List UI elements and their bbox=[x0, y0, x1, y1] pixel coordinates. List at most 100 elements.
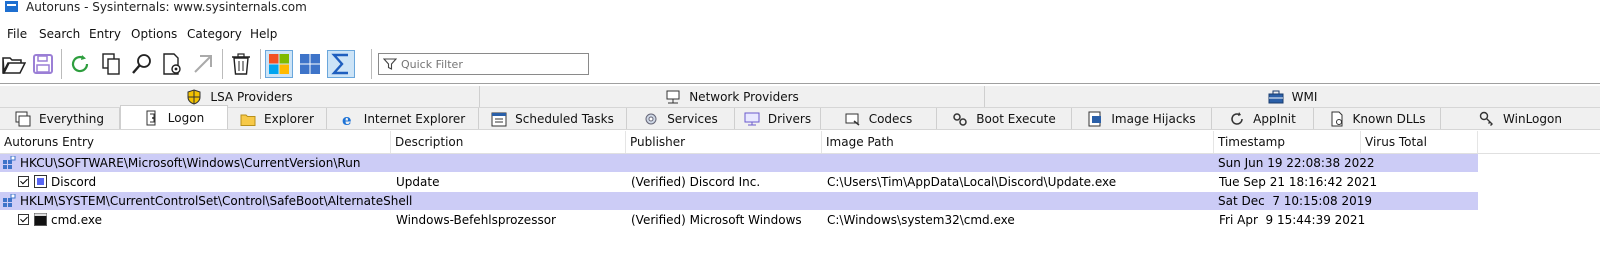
tab-everything[interactable]: Everything bbox=[0, 108, 120, 129]
briefcase-icon bbox=[1268, 90, 1284, 103]
toolbar-separator bbox=[61, 49, 62, 79]
virustotal-button[interactable] bbox=[327, 50, 355, 78]
tab-known-dlls[interactable]: Known DLLs bbox=[1314, 108, 1441, 129]
ie-icon: e bbox=[342, 111, 352, 127]
save-button[interactable] bbox=[29, 50, 57, 78]
quick-filter-input[interactable] bbox=[401, 56, 581, 72]
tab-wmi[interactable]: WMI bbox=[985, 86, 1600, 107]
monitor-icon bbox=[744, 112, 760, 125]
windows-logo-icon bbox=[269, 54, 289, 74]
codec-icon bbox=[845, 113, 860, 126]
autoruns-app-icon bbox=[5, 1, 18, 12]
column-header-timestamp[interactable]: Timestamp bbox=[1214, 131, 1361, 153]
tab-services[interactable]: Services bbox=[627, 108, 735, 129]
tab-scheduled-tasks[interactable]: Scheduled Tasks bbox=[479, 108, 627, 129]
sigma-icon bbox=[331, 53, 348, 75]
open-button[interactable] bbox=[0, 50, 28, 78]
column-header-description[interactable]: Description bbox=[391, 131, 626, 153]
tab-lsa-providers[interactable]: LSA Providers bbox=[0, 86, 480, 107]
tab-label: Explorer bbox=[264, 111, 314, 126]
row-description: Update bbox=[396, 175, 440, 189]
registry-key-icon bbox=[3, 156, 16, 169]
hide-microsoft-entries-button[interactable] bbox=[265, 50, 293, 78]
toolbar-separator bbox=[222, 49, 223, 79]
table-row[interactable]: cmd.exe Windows-Befehlsprozessor (Verifi… bbox=[0, 211, 1478, 229]
row-entry: Discord bbox=[51, 175, 97, 189]
tab-logon[interactable]: Logon bbox=[120, 105, 228, 129]
column-header-virus-total[interactable]: Virus Total bbox=[1361, 131, 1478, 153]
row-publisher: (Verified) Microsoft Windows bbox=[631, 213, 802, 227]
properties-button[interactable] bbox=[158, 50, 186, 78]
tab-label: Drivers bbox=[767, 111, 812, 126]
column-header-image-path[interactable]: Image Path bbox=[822, 131, 1214, 153]
column-header-autoruns-entry[interactable]: Autoruns Entry bbox=[0, 131, 391, 153]
menu-help[interactable]: Help bbox=[250, 25, 277, 43]
copy-button[interactable] bbox=[97, 50, 125, 78]
tab-winlogon[interactable]: WinLogon bbox=[1441, 108, 1600, 129]
menu-search[interactable]: Search bbox=[39, 25, 80, 43]
jump-icon bbox=[194, 55, 212, 73]
tab-label: Boot Execute bbox=[976, 111, 1056, 126]
everything-icon bbox=[15, 111, 31, 126]
column-header-row: Autoruns Entry Description Publisher Ima… bbox=[0, 131, 1600, 154]
tab-label: Services bbox=[667, 111, 718, 126]
row-image-path: C:\Windows\system32\cmd.exe bbox=[827, 213, 1015, 227]
folder-icon bbox=[240, 114, 256, 126]
table-row-group[interactable]: HKLM\SYSTEM\CurrentControlSet\Control\Sa… bbox=[0, 192, 1478, 210]
dll-icon bbox=[1331, 111, 1343, 126]
entry-checkbox[interactable] bbox=[18, 214, 29, 225]
tab-network-providers[interactable]: Network Providers bbox=[480, 86, 985, 107]
tab-label: Everything bbox=[39, 111, 104, 126]
tab-appinit[interactable]: AppInit bbox=[1212, 108, 1314, 129]
tab-label: Image Hijacks bbox=[1111, 111, 1196, 126]
table-row-group[interactable]: HKCU\SOFTWARE\Microsoft\Windows\CurrentV… bbox=[0, 154, 1478, 172]
tab-image-hijacks[interactable]: Image Hijacks bbox=[1072, 108, 1212, 129]
tab-label: Network Providers bbox=[689, 89, 799, 104]
row-entry: HKCU\SOFTWARE\Microsoft\Windows\CurrentV… bbox=[20, 156, 361, 170]
menu-options[interactable]: Options bbox=[131, 25, 177, 43]
shield-icon bbox=[187, 88, 201, 105]
gears-icon bbox=[953, 112, 968, 126]
row-description: Windows-Befehlsprozessor bbox=[396, 213, 556, 227]
menu-entry[interactable]: Entry bbox=[89, 25, 121, 43]
save-icon bbox=[33, 54, 53, 74]
filter-icon bbox=[383, 58, 397, 70]
tab-explorer[interactable]: Explorer bbox=[228, 108, 327, 129]
title-bar: Autoruns - Sysinternals: www.sysinternal… bbox=[0, 0, 1600, 16]
find-button[interactable] bbox=[128, 50, 156, 78]
table-row[interactable]: Discord Update (Verified) Discord Inc. C… bbox=[0, 173, 1478, 191]
key-icon bbox=[1479, 111, 1494, 126]
hijack-icon bbox=[1088, 111, 1102, 126]
calendar-icon bbox=[491, 112, 507, 126]
properties-icon bbox=[163, 53, 181, 75]
tab-row-bottom: Everything Logon Explorer e Internet Exp… bbox=[0, 105, 1600, 130]
tab-label: Scheduled Tasks bbox=[515, 111, 614, 126]
jump-button[interactable] bbox=[189, 50, 217, 78]
cmd-app-icon bbox=[34, 213, 47, 226]
tab-internet-explorer[interactable]: e Internet Explorer bbox=[327, 108, 479, 129]
row-timestamp: Fri Apr 9 15:44:39 2021 bbox=[1219, 213, 1366, 227]
refresh-button[interactable] bbox=[66, 50, 94, 78]
entry-checkbox[interactable] bbox=[18, 176, 29, 187]
menu-category[interactable]: Category bbox=[187, 25, 242, 43]
network-icon bbox=[666, 90, 680, 103]
menu-file[interactable]: File bbox=[7, 25, 27, 43]
tab-boot-execute[interactable]: Boot Execute bbox=[937, 108, 1072, 129]
tiles-icon bbox=[300, 54, 320, 74]
tab-label: WMI bbox=[1291, 89, 1318, 104]
column-header-publisher[interactable]: Publisher bbox=[626, 131, 822, 153]
tab-label: WinLogon bbox=[1503, 111, 1562, 126]
delete-icon bbox=[232, 53, 250, 75]
row-image-path: C:\Users\Tim\AppData\Local\Discord\Updat… bbox=[827, 175, 1117, 189]
svg-text:e: e bbox=[342, 111, 352, 127]
delete-button[interactable] bbox=[227, 50, 255, 78]
services-icon bbox=[645, 113, 657, 124]
discord-app-icon bbox=[34, 175, 47, 188]
tab-codecs[interactable]: Codecs bbox=[821, 108, 937, 129]
toolbar-separator bbox=[371, 49, 372, 79]
hide-windows-entries-button[interactable] bbox=[296, 50, 324, 78]
toolbar bbox=[0, 47, 1600, 81]
registry-key-icon bbox=[3, 194, 16, 207]
tab-drivers[interactable]: Drivers bbox=[735, 108, 821, 129]
quick-filter-box[interactable] bbox=[378, 53, 589, 75]
